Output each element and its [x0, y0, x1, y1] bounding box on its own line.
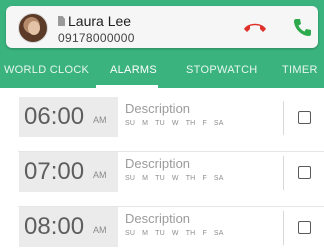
alarm-row[interactable]: 07:00 AM Description SU M TU W TH F SA	[0, 152, 324, 207]
tab-stopwatch[interactable]: STOPWATCH	[186, 64, 258, 76]
day-label[interactable]: M	[142, 120, 148, 127]
header: Laura Lee 09178000000 WORLD CLOCK ALARMS…	[0, 0, 324, 88]
alarm-enable-checkbox[interactable]	[298, 111, 311, 124]
alarm-time: 07:00	[24, 158, 85, 185]
caller-number: 09178000000	[58, 31, 135, 45]
tab-timer[interactable]: TIMER	[282, 64, 318, 76]
day-label[interactable]: F	[202, 175, 206, 182]
alarm-enable-checkbox[interactable]	[298, 221, 311, 234]
day-label[interactable]: TU	[155, 230, 165, 237]
day-label[interactable]: F	[202, 120, 206, 127]
alarm-ampm: AM	[93, 170, 107, 180]
alarm-time-box[interactable]: 06:00 AM	[19, 97, 118, 137]
day-label[interactable]: M	[142, 230, 148, 237]
active-tab-indicator	[96, 85, 158, 88]
incoming-call-card[interactable]: Laura Lee 09178000000	[6, 6, 318, 48]
day-label[interactable]: SU	[125, 120, 135, 127]
day-label[interactable]: M	[142, 175, 148, 182]
divider	[283, 101, 284, 135]
alarm-row[interactable]: 06:00 AM Description SU M TU W TH F SA	[0, 97, 324, 152]
day-label[interactable]: SU	[125, 175, 135, 182]
alarm-row[interactable]: 08:00 AM Description SU M TU W TH F SA	[0, 207, 324, 250]
alarm-days: SU M TU W TH F SA	[125, 175, 231, 182]
alarm-description[interactable]: Description	[125, 101, 190, 116]
alarm-days: SU M TU W TH F SA	[125, 120, 231, 127]
alarm-time: 06:00	[24, 103, 85, 130]
caller-name: Laura Lee	[68, 13, 132, 29]
answer-phone-icon[interactable]	[291, 16, 313, 38]
alarm-days: SU M TU W TH F SA	[125, 230, 231, 237]
day-label[interactable]: SU	[125, 230, 135, 237]
divider	[283, 211, 284, 245]
day-label[interactable]: TH	[186, 175, 196, 182]
alarm-time-box[interactable]: 07:00 AM	[19, 152, 118, 192]
day-label[interactable]: TH	[186, 120, 196, 127]
day-label[interactable]: F	[202, 230, 206, 237]
day-label[interactable]: TH	[186, 230, 196, 237]
day-label[interactable]: TU	[155, 120, 165, 127]
caller-name-row: Laura Lee	[58, 13, 131, 29]
alarm-time: 08:00	[24, 213, 85, 240]
tab-world-clock[interactable]: WORLD CLOCK	[4, 64, 89, 76]
caller-avatar	[18, 13, 48, 43]
alarm-enable-checkbox[interactable]	[298, 166, 311, 179]
tab-bar: WORLD CLOCK ALARMS STOPWATCH TIMER	[0, 52, 324, 88]
day-label[interactable]: SA	[214, 175, 224, 182]
day-label[interactable]: W	[172, 230, 179, 237]
alarm-time-box[interactable]: 08:00 AM	[19, 207, 118, 247]
day-label[interactable]: W	[172, 120, 179, 127]
alarm-description[interactable]: Description	[125, 156, 190, 171]
day-label[interactable]: SA	[214, 120, 224, 127]
alarm-description[interactable]: Description	[125, 211, 190, 226]
tab-alarms[interactable]: ALARMS	[110, 64, 157, 76]
alarm-ampm: AM	[93, 225, 107, 235]
divider	[283, 156, 284, 190]
sim-card-icon	[58, 16, 65, 26]
day-label[interactable]: W	[172, 175, 179, 182]
day-label[interactable]: SA	[214, 230, 224, 237]
alarm-ampm: AM	[93, 115, 107, 125]
hang-up-phone-icon[interactable]	[242, 18, 268, 36]
day-label[interactable]: TU	[155, 175, 165, 182]
